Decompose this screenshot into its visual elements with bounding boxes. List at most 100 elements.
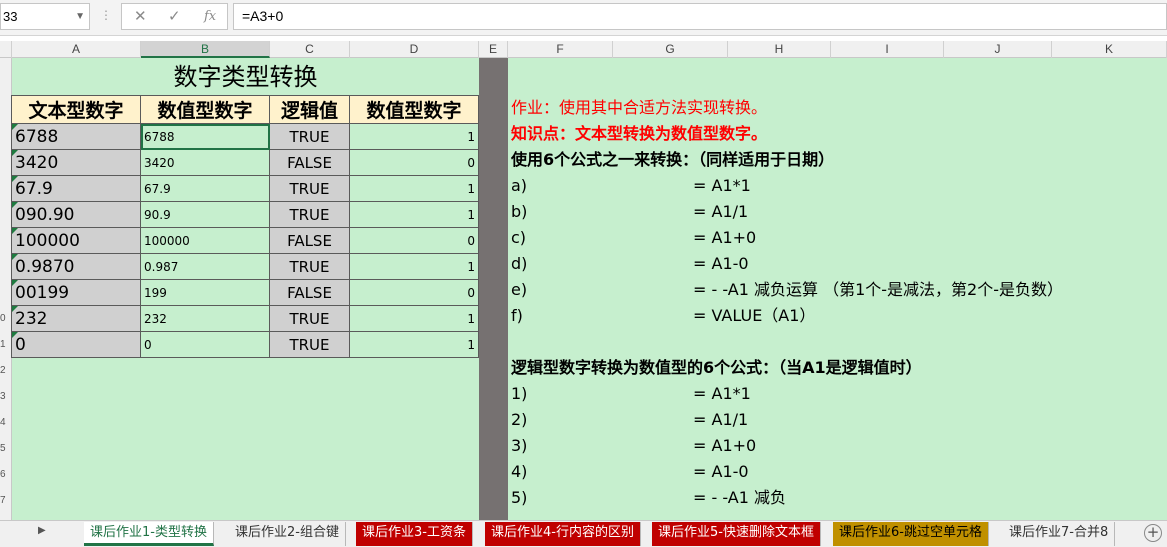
numeric-cell-selected[interactable]: 6788 (140, 123, 270, 150)
formula-text: = VALUE（A1） (693, 306, 816, 325)
formula-label: 5) (511, 488, 528, 507)
logic-cell[interactable]: TRUE (269, 253, 350, 280)
text-number-cell[interactable]: 00199 (11, 279, 141, 306)
text-number-cell[interactable]: 0.9870 (11, 253, 141, 280)
sheet-tab-1[interactable]: 课后作业1-类型转换 (84, 522, 214, 546)
sheet-title[interactable]: 数字类型转换 (12, 58, 479, 96)
logic-cell[interactable]: TRUE (269, 175, 350, 202)
numeric-cell[interactable]: 0.987 (140, 253, 270, 280)
sheet-tab-5[interactable]: 课后作业5-快速删除文本框 (652, 522, 821, 546)
row-number[interactable]: 7 (0, 495, 6, 506)
sheet-tab-2[interactable]: 课后作业2-组合键 (229, 522, 346, 546)
value-cell[interactable]: 0 (349, 149, 479, 176)
column-header-e[interactable]: E (479, 41, 508, 58)
table-row: 090.90 90.9 TRUE 1 (11, 201, 479, 228)
header-logic-value[interactable]: 逻辑值 (269, 95, 350, 124)
column-header-c[interactable]: C (270, 41, 350, 58)
row-number[interactable]: 0 (0, 313, 6, 324)
sheet-tab-4[interactable]: 课后作业4-行内容的区别 (485, 522, 641, 546)
value-cell[interactable]: 1 (349, 175, 479, 202)
column-header-d[interactable]: D (350, 41, 479, 58)
table-header-row: 文本型数字 数值型数字 逻辑值 数值型数字 (11, 95, 479, 124)
numeric-cell[interactable]: 0 (140, 331, 270, 358)
value-cell[interactable]: 1 (349, 123, 479, 150)
column-header-g[interactable]: G (613, 41, 728, 58)
formula-label: 1) (511, 384, 528, 403)
text-number-cell[interactable]: 0 (11, 331, 141, 358)
add-sheet-icon[interactable]: + (1144, 524, 1162, 542)
formula-label: b) (511, 202, 528, 221)
close-icon[interactable]: ✕ (134, 7, 147, 25)
column-header-k[interactable]: K (1052, 41, 1167, 58)
column-header-j[interactable]: J (944, 41, 1052, 58)
header-text-number[interactable]: 文本型数字 (11, 95, 141, 124)
value-cell[interactable]: 1 (349, 305, 479, 332)
formula-bar: 33 ▼ ⋮ ✕ ✓ fx =A3+0 (0, 0, 1167, 36)
sheet-tab-6[interactable]: 课后作业6-跳过空单元格 (833, 522, 989, 546)
numeric-cell[interactable]: 232 (140, 305, 270, 332)
text-number-cell[interactable]: 090.90 (11, 201, 141, 228)
row-number[interactable]: 3 (0, 391, 6, 402)
formula-text: = A1/1 (693, 410, 749, 429)
formula-label: d) (511, 254, 528, 273)
function-icon[interactable]: fx (204, 9, 216, 24)
row-number[interactable]: 2 (0, 365, 6, 376)
row-number[interactable]: 6 (0, 469, 6, 480)
sheet-tab-7[interactable]: 课后作业7-合并8 (1003, 522, 1116, 546)
select-all-corner[interactable] (0, 41, 12, 58)
conversion-table: 文本型数字 数值型数字 逻辑值 数值型数字 6788 6788 TRUE 1 3… (11, 95, 479, 358)
logic-cell[interactable]: TRUE (269, 305, 350, 332)
table-row: 100000 100000 FALSE 0 (11, 227, 479, 254)
text-number-cell[interactable]: 3420 (11, 149, 141, 176)
check-icon[interactable]: ✓ (168, 7, 181, 25)
value-cell[interactable]: 1 (349, 331, 479, 358)
logic-cell[interactable]: FALSE (269, 149, 350, 176)
sheet-tab-3[interactable]: 课后作业3-工资条 (356, 522, 473, 546)
row-number[interactable]: 5 (0, 443, 6, 454)
column-header-f[interactable]: F (508, 41, 613, 58)
name-box[interactable]: 33 ▼ (0, 3, 90, 30)
column-header-b[interactable]: B (141, 41, 270, 58)
formula-label: a) (511, 176, 528, 195)
formula-label: 3) (511, 436, 528, 455)
header-numeric-value[interactable]: 数值型数字 (349, 95, 479, 124)
header-numeric-number[interactable]: 数值型数字 (140, 95, 270, 124)
name-box-value: 33 (3, 9, 18, 24)
value-cell[interactable]: 0 (349, 227, 479, 254)
numeric-cell[interactable]: 3420 (140, 149, 270, 176)
text-number-cell[interactable]: 232 (11, 305, 141, 332)
column-header-a[interactable]: A (12, 41, 141, 58)
row-number[interactable]: 1 (0, 339, 6, 350)
chevron-right-icon[interactable]: ▶ (38, 525, 46, 536)
formula-text: = A1*1 (693, 384, 751, 403)
more-icon: ⋮ (100, 8, 112, 22)
numeric-cell[interactable]: 199 (140, 279, 270, 306)
numeric-cell[interactable]: 100000 (140, 227, 270, 254)
logic-cell[interactable]: TRUE (269, 331, 350, 358)
chevron-down-icon[interactable]: ▼ (75, 4, 85, 29)
homework-note[interactable]: 作业：使用其中合适方法实现转换。 (511, 95, 767, 121)
intro-text-conversion[interactable]: 使用6个公式之一来转换：（同样适用于日期） (511, 147, 834, 173)
knowledge-note[interactable]: 知识点：文本型转换为数值型数字。 (511, 121, 767, 147)
formula-label: e) (511, 280, 528, 299)
text-number-cell[interactable]: 6788 (11, 123, 141, 150)
text-number-cell[interactable]: 100000 (11, 227, 141, 254)
text-number-cell[interactable]: 67.9 (11, 175, 141, 202)
value-cell[interactable]: 1 (349, 201, 479, 228)
intro-logic-conversion[interactable]: 逻辑型数字转换为数值型的6个公式：（当A1是逻辑值时） (511, 355, 922, 381)
numeric-cell[interactable]: 90.9 (140, 201, 270, 228)
table-row: 00199 199 FALSE 0 (11, 279, 479, 306)
logic-cell[interactable]: FALSE (269, 279, 350, 306)
logic-cell[interactable]: FALSE (269, 227, 350, 254)
row-number[interactable]: 4 (0, 417, 6, 428)
formula-text: = A1+0 (693, 228, 757, 247)
logic-cell[interactable]: TRUE (269, 201, 350, 228)
logic-cell[interactable]: TRUE (269, 123, 350, 150)
formula-label: 2) (511, 410, 528, 429)
formula-input[interactable]: =A3+0 (233, 3, 1167, 30)
value-cell[interactable]: 1 (349, 253, 479, 280)
column-header-i[interactable]: I (831, 41, 944, 58)
numeric-cell[interactable]: 67.9 (140, 175, 270, 202)
value-cell[interactable]: 0 (349, 279, 479, 306)
column-header-h[interactable]: H (728, 41, 831, 58)
